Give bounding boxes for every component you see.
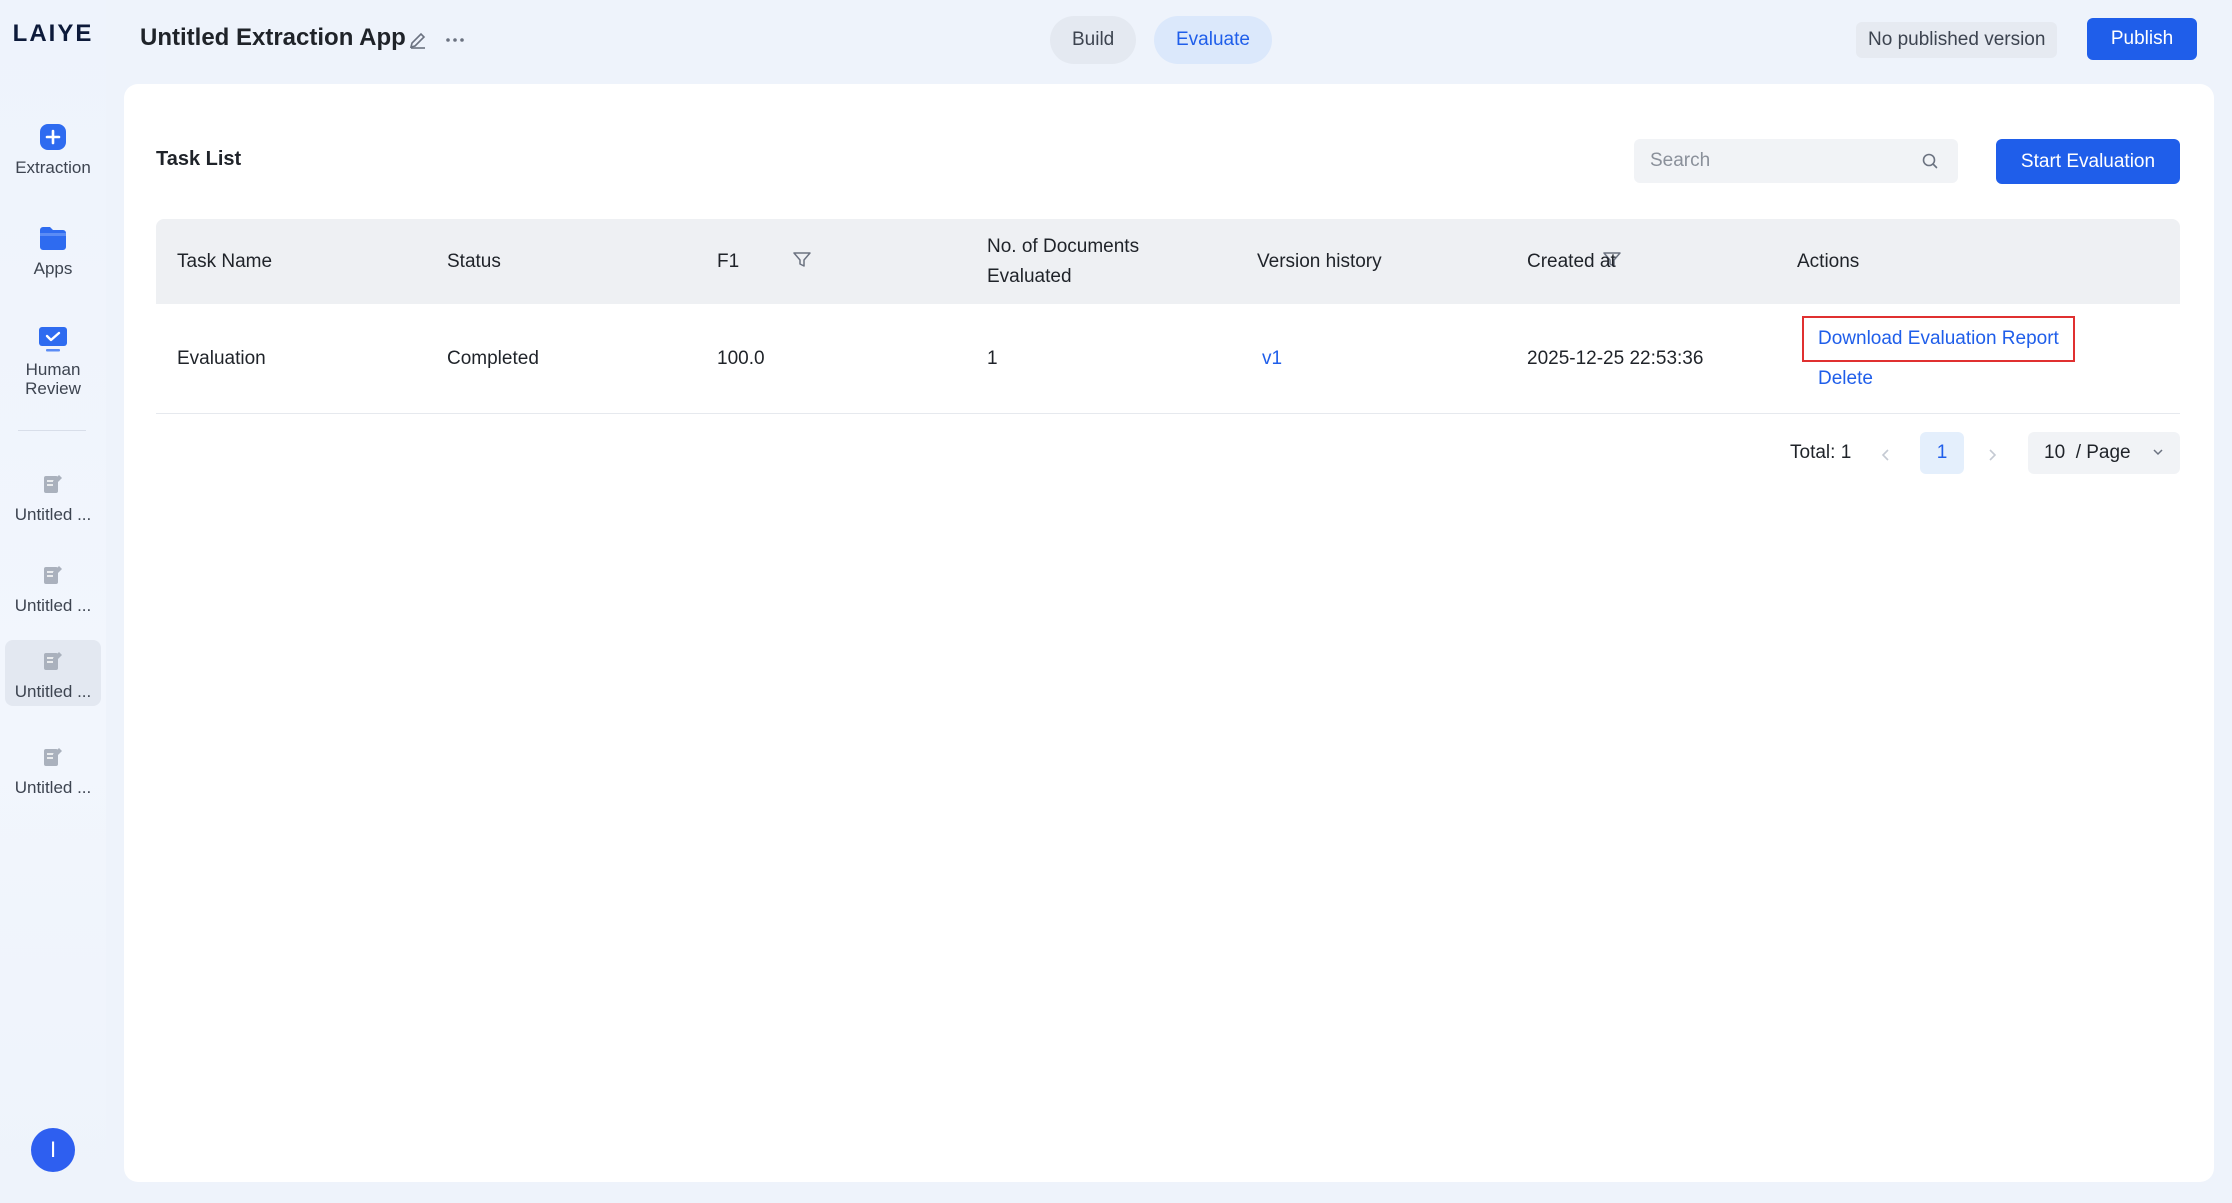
- status-filter-icon[interactable]: [792, 250, 812, 272]
- publish-status-badge: No published version: [1856, 22, 2058, 58]
- table-row: Evaluation Completed 100.0 1 v1 2025-12-…: [156, 304, 2180, 414]
- sidebar-item-label: Apps: [33, 259, 73, 278]
- page-size-value: 10 / Page: [2044, 442, 2131, 463]
- cell-task-name: Evaluation: [177, 348, 266, 369]
- sidebar-item-apps[interactable]: Apps: [5, 223, 101, 278]
- sidebar: LAIYE Extraction Apps Human Review Untit…: [0, 0, 106, 1203]
- column-header-documents-evaluated: No. of Documents Evaluated: [987, 235, 1140, 287]
- publish-button[interactable]: Publish: [2087, 18, 2197, 60]
- sidebar-item-extraction[interactable]: Extraction: [5, 122, 101, 177]
- app-title: Untitled Extraction App: [140, 24, 406, 51]
- sidebar-recent-app[interactable]: Untitled ...: [5, 737, 101, 801]
- delete-link[interactable]: Delete: [1818, 364, 1873, 394]
- document-edit-icon: [38, 646, 68, 676]
- column-header-actions: Actions: [1797, 250, 1860, 272]
- document-edit-icon: [38, 742, 68, 772]
- cell-f1: 100.0: [717, 348, 765, 369]
- task-list-panel: Task List Start Evaluation Task Name Sta…: [124, 84, 2214, 1182]
- pagination-prev-icon[interactable]: [1874, 440, 1898, 470]
- search-input[interactable]: [1634, 139, 1958, 183]
- plus-circle-icon: [38, 122, 68, 152]
- column-header-status: Status: [447, 250, 501, 272]
- column-header-version-history: Version history: [1257, 250, 1382, 272]
- version-link[interactable]: v1: [1262, 304, 1282, 414]
- more-options-icon[interactable]: [444, 30, 466, 52]
- folder-icon: [38, 223, 68, 253]
- cell-status: Completed: [447, 348, 539, 369]
- monitor-check-icon: [38, 324, 68, 354]
- document-edit-icon: [38, 469, 68, 499]
- sidebar-recent-app[interactable]: Untitled ...: [5, 555, 101, 619]
- start-evaluation-button[interactable]: Start Evaluation: [1996, 139, 2180, 184]
- cell-created-at: 2025-12-25 22:53:36: [1527, 348, 1704, 369]
- edit-pencil-icon[interactable]: [408, 30, 430, 52]
- sidebar-recent-app-label: Untitled ...: [14, 595, 92, 615]
- sidebar-recent-app-active[interactable]: Untitled ...: [5, 640, 101, 706]
- tab-build[interactable]: Build: [1050, 16, 1137, 64]
- sidebar-item-label: Human Review: [25, 360, 81, 398]
- sidebar-recent-app-label: Untitled ...: [14, 777, 92, 797]
- sidebar-item-label: Extraction: [15, 158, 91, 177]
- laiye-logo[interactable]: LAIYE: [0, 20, 106, 48]
- column-header-created-at: Created at: [1527, 250, 1616, 272]
- page-title: Task List: [156, 148, 242, 170]
- chevron-down-icon: [2150, 444, 2166, 460]
- sidebar-recent-app-label: Untitled ...: [14, 681, 92, 701]
- header: Untitled Extraction App Build Evaluate N…: [106, 0, 2232, 80]
- user-avatar[interactable]: I: [31, 1128, 75, 1172]
- document-edit-icon: [38, 560, 68, 590]
- pagination-page-1[interactable]: 1: [1920, 432, 1964, 474]
- search-icon[interactable]: [1920, 151, 1940, 171]
- sidebar-divider: [18, 430, 86, 431]
- sidebar-recent-app[interactable]: Untitled ...: [5, 464, 101, 528]
- pagination-next-icon[interactable]: [1980, 440, 2004, 470]
- sidebar-item-human-review[interactable]: Human Review: [5, 324, 101, 398]
- tab-evaluate[interactable]: Evaluate: [1154, 16, 1272, 64]
- sidebar-recent-app-label: Untitled ...: [14, 504, 92, 524]
- pagination-total: Total: 1: [1790, 442, 1852, 463]
- download-evaluation-report-link[interactable]: Download Evaluation Report: [1802, 316, 2075, 362]
- column-header-task-name: Task Name: [177, 250, 273, 272]
- page-size-select[interactable]: 10 / Page: [2028, 432, 2180, 474]
- table-header: Task Name Status F1 No. of Documents Eva…: [156, 219, 2180, 304]
- cell-documents-evaluated: 1: [987, 348, 998, 369]
- column-header-f1: F1: [717, 250, 740, 272]
